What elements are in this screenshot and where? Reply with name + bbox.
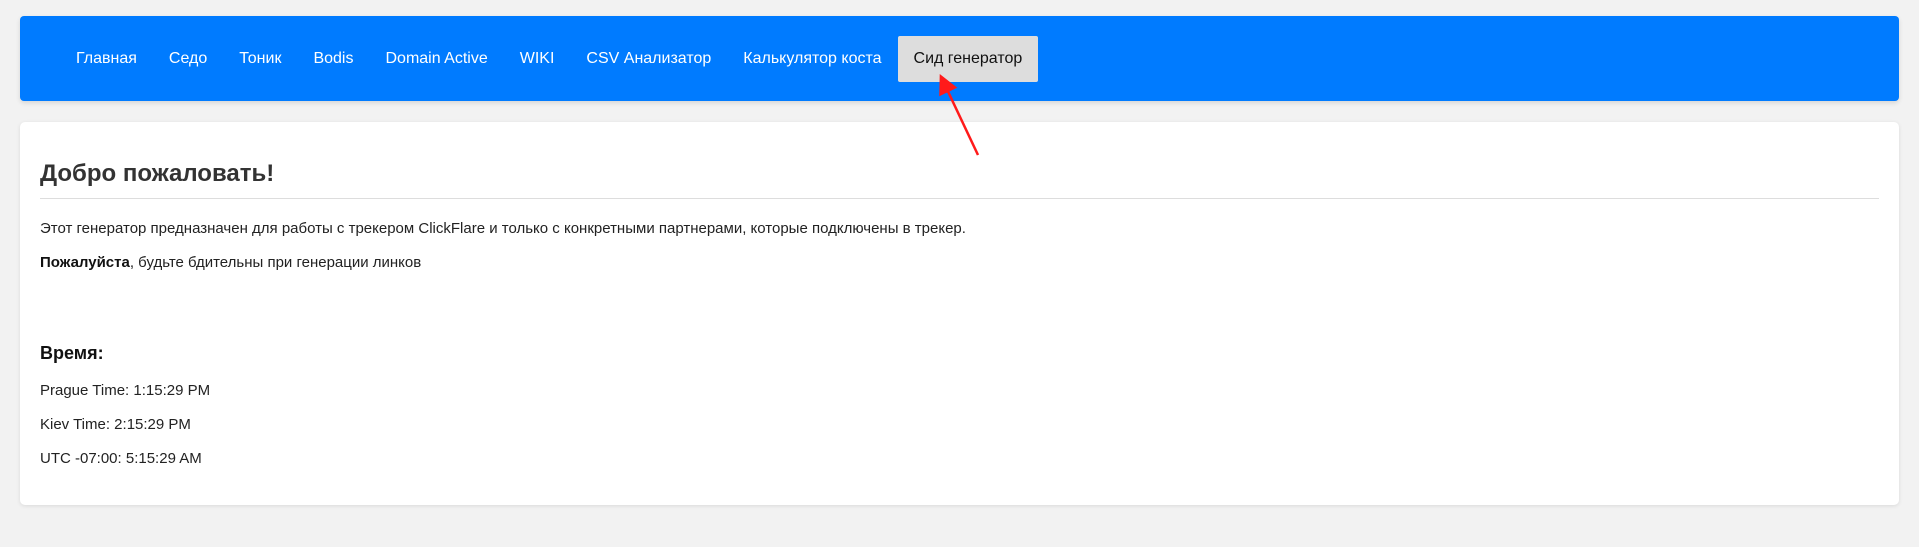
title-divider <box>40 198 1879 199</box>
nav-item-glavnaya[interactable]: Главная <box>60 36 153 82</box>
nav-item-csv-analyzer[interactable]: CSV Анализатор <box>570 36 727 82</box>
time-prague: Prague Time: 1:15:29 PM <box>40 382 211 399</box>
time-kiev: Kiev Time: 2:15:29 PM <box>40 416 191 433</box>
description-text: Этот генератор предназначен для работы с… <box>40 220 966 237</box>
page-title: Добро пожаловать! <box>40 160 275 187</box>
top-navbar: Главная Седо Тоник Bodis Domain Active W… <box>20 16 1899 101</box>
nav-item-wiki[interactable]: WIKI <box>504 36 571 82</box>
warning-text: Пожалуйста, будьте бдительны при генерац… <box>40 254 421 271</box>
nav-item-sedo[interactable]: Седо <box>153 36 223 82</box>
warning-rest: , будьте бдительны при генерации линков <box>129 254 422 271</box>
nav-item-cost-calculator[interactable]: Калькулятор коста <box>727 36 897 82</box>
nav-item-bodis[interactable]: Bodis <box>297 36 369 82</box>
nav-item-tonik[interactable]: Тоник <box>223 36 297 82</box>
warning-bold: Пожалуйста <box>40 254 130 271</box>
nav-item-sid-generator[interactable]: Сид генератор <box>897 35 1039 82</box>
nav-item-domain-active[interactable]: Domain Active <box>369 36 503 82</box>
time-heading: Время: <box>40 343 104 363</box>
welcome-card: Добро пожаловать! Этот генератор предназ… <box>20 122 1899 505</box>
time-utc-minus-7: UTC -07:00: 5:15:29 AM <box>40 450 202 467</box>
